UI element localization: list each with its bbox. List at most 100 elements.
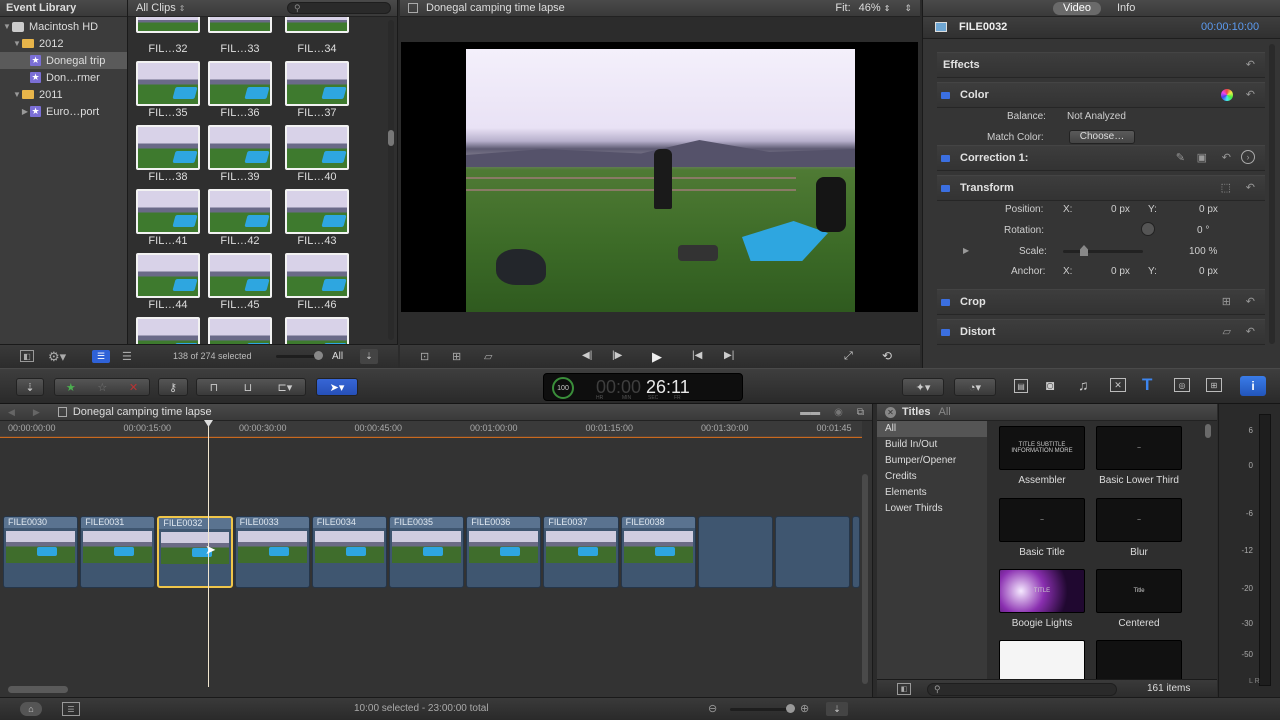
loop-icon[interactable]: ⟲ [882, 349, 892, 363]
clip-filter-dropdown[interactable]: All Clips ⇕ [136, 2, 186, 14]
generators-browser-icon[interactable]: ◎ [1174, 378, 1190, 392]
titles-filter-all[interactable]: All [939, 406, 951, 418]
go-to-start-icon[interactable]: |◀ [692, 350, 702, 361]
title-template-thumbnail[interactable]: – [1096, 498, 1182, 542]
library-item-donegal-farmer[interactable]: ★ Don…rmer [0, 69, 127, 86]
dashboard-timecode[interactable]: 100 00:00 26:11 HR MIN SEC FR [543, 373, 743, 401]
clip-thumbnail[interactable] [285, 253, 349, 298]
distort-section-header[interactable]: Distort ▱ ↶ [937, 319, 1265, 345]
anchor-x-value[interactable]: 0 px [1111, 266, 1130, 277]
crop-overlay-icon[interactable]: ⊡ [420, 350, 429, 363]
transform-onscreen-icon[interactable]: ⬚ [1221, 181, 1231, 194]
scale-slider-knob[interactable] [1080, 245, 1088, 256]
connect-clip-icon[interactable]: ⊓ [210, 381, 219, 394]
horizontal-scrollbar[interactable] [8, 686, 68, 693]
distort-tool-icon[interactable]: ▱ [484, 350, 492, 363]
reset-icon[interactable]: ↶ [1246, 325, 1255, 338]
color-board-icon[interactable] [1221, 89, 1233, 101]
next-frame-icon[interactable]: |▶ [612, 350, 622, 361]
enhancements-button[interactable]: ✦▾ [902, 378, 944, 396]
timeline-clip[interactable]: FILE0030 [3, 516, 79, 588]
correction-section-header[interactable]: Correction 1: ✎ ▣ ↶ › [937, 145, 1265, 171]
inspector-toggle-icon[interactable]: i [1240, 376, 1266, 396]
themes-browser-icon[interactable]: ⊞ [1206, 378, 1222, 392]
reset-icon[interactable]: ↶ [1246, 295, 1255, 308]
clip-thumbnail[interactable] [208, 61, 272, 106]
clip-thumbnail[interactable] [136, 125, 200, 170]
clip-thumbnail[interactable] [136, 317, 200, 344]
crop-onscreen-icon[interactable]: ⊞ [1222, 295, 1231, 308]
disclosure-triangle-icon[interactable]: ▼ [12, 90, 22, 99]
viewer-options-icon[interactable]: ⇕ [904, 3, 912, 14]
transitions-browser-icon[interactable]: ✕ [1110, 378, 1126, 392]
disclosure-triangle-icon[interactable]: ▼ [12, 39, 22, 48]
transform-section-header[interactable]: Transform ⬚ ↶ [937, 175, 1265, 201]
clip-height-icon[interactable]: ⇣ [826, 702, 848, 716]
previous-frame-icon[interactable]: ◀| [582, 350, 592, 361]
tab-video[interactable]: Video [1053, 2, 1101, 15]
clip-thumbnail[interactable] [208, 17, 272, 33]
timeline-clip-placeholder[interactable] [852, 516, 861, 588]
crop-tool-icon[interactable]: ⊞ [452, 350, 461, 363]
video-canvas[interactable] [401, 42, 918, 312]
effect-enable-checkbox[interactable] [941, 91, 950, 99]
browser-search-field[interactable]: ⚲ [287, 2, 391, 14]
timeline-clip[interactable]: FILE0036 [466, 516, 542, 588]
append-clip-icon[interactable]: ⊏▾ [278, 381, 293, 394]
clip-thumbnail[interactable] [208, 189, 272, 234]
color-wand-icon[interactable]: ✎ [1176, 151, 1185, 164]
reset-icon[interactable]: ↶ [1246, 58, 1255, 71]
zoom-in-icon[interactable]: ⊕ [800, 702, 809, 715]
titles-search-input[interactable]: ⚲ [927, 683, 1117, 696]
clip-thumbnail[interactable] [285, 189, 349, 234]
clip-thumbnail[interactable] [136, 17, 200, 33]
slider-knob[interactable] [314, 351, 323, 360]
reset-icon[interactable]: ↶ [1246, 181, 1255, 194]
scrollbar-thumb[interactable] [388, 130, 394, 146]
timeline-index-icon[interactable]: ☰ [62, 702, 80, 716]
reset-icon[interactable]: ↶ [1222, 151, 1231, 164]
gear-icon[interactable]: ⚙▾ [48, 349, 66, 365]
reset-icon[interactable]: ↶ [1246, 88, 1255, 101]
scale-slider[interactable] [1063, 250, 1143, 253]
timeline-clip[interactable]: FILE0037 [543, 516, 619, 588]
titles-category-item[interactable]: Build In/Out [877, 437, 987, 453]
rotation-value[interactable]: 0 ° [1197, 225, 1209, 236]
filmstrip-view-icon[interactable]: ☰ [92, 350, 110, 363]
timeline-clip[interactable]: FILE0033 [234, 516, 310, 588]
timeline-clip[interactable]: FILE0031 [80, 516, 156, 588]
color-section-header[interactable]: Color ↶ [937, 82, 1265, 108]
filmstrip-toggle-icon[interactable]: ◧ [20, 350, 34, 362]
library-item-europe-report[interactable]: ▶ ★ Euro…port [0, 103, 127, 120]
zoom-out-icon[interactable]: ⊖ [708, 702, 717, 715]
titles-category-item[interactable]: Credits [877, 469, 987, 485]
background-tasks-indicator[interactable]: 100 [552, 377, 574, 399]
clip-thumbnail[interactable] [136, 61, 200, 106]
timeline-clip-placeholder[interactable] [697, 516, 773, 588]
timeline-clip[interactable]: FILE0032 [157, 516, 233, 588]
library-item-2011[interactable]: ▼ 2011 [0, 86, 127, 103]
titles-category-item[interactable]: Bumper/Opener [877, 453, 987, 469]
crop-section-header[interactable]: Crop ⊞ ↶ [937, 289, 1265, 315]
timeline-clip[interactable]: FILE0034 [311, 516, 387, 588]
titles-category-item[interactable]: Elements [877, 485, 987, 501]
clip-thumbnail[interactable] [285, 17, 349, 33]
titles-scrollbar[interactable] [1205, 424, 1211, 438]
disclosure-triangle-icon[interactable]: ▼ [2, 22, 12, 31]
music-browser-icon[interactable]: ♫ [1078, 377, 1089, 393]
reject-icon[interactable]: ✕ [129, 381, 138, 394]
clip-thumbnail[interactable] [208, 317, 272, 344]
title-template-thumbnail[interactable]: – [1096, 426, 1182, 470]
clip-thumbnail[interactable] [208, 125, 272, 170]
scale-disclosure-icon[interactable]: ▶ [963, 246, 969, 255]
keyword-editor-button[interactable]: ⚷ [158, 378, 188, 396]
clip-thumbnail[interactable] [285, 61, 349, 106]
audio-waveform-icon[interactable]: ⇣ [360, 349, 378, 364]
titles-category-item[interactable]: Lower Thirds [877, 501, 987, 517]
titles-browser-icon[interactable]: T [1142, 375, 1152, 395]
clip-thumbnail[interactable] [285, 125, 349, 170]
clip-thumbnail[interactable] [285, 317, 349, 344]
import-media-button[interactable]: ⇣ [16, 378, 44, 396]
camera-icon[interactable]: ▣ [1197, 151, 1207, 164]
vertical-scrollbar[interactable] [862, 474, 868, 684]
